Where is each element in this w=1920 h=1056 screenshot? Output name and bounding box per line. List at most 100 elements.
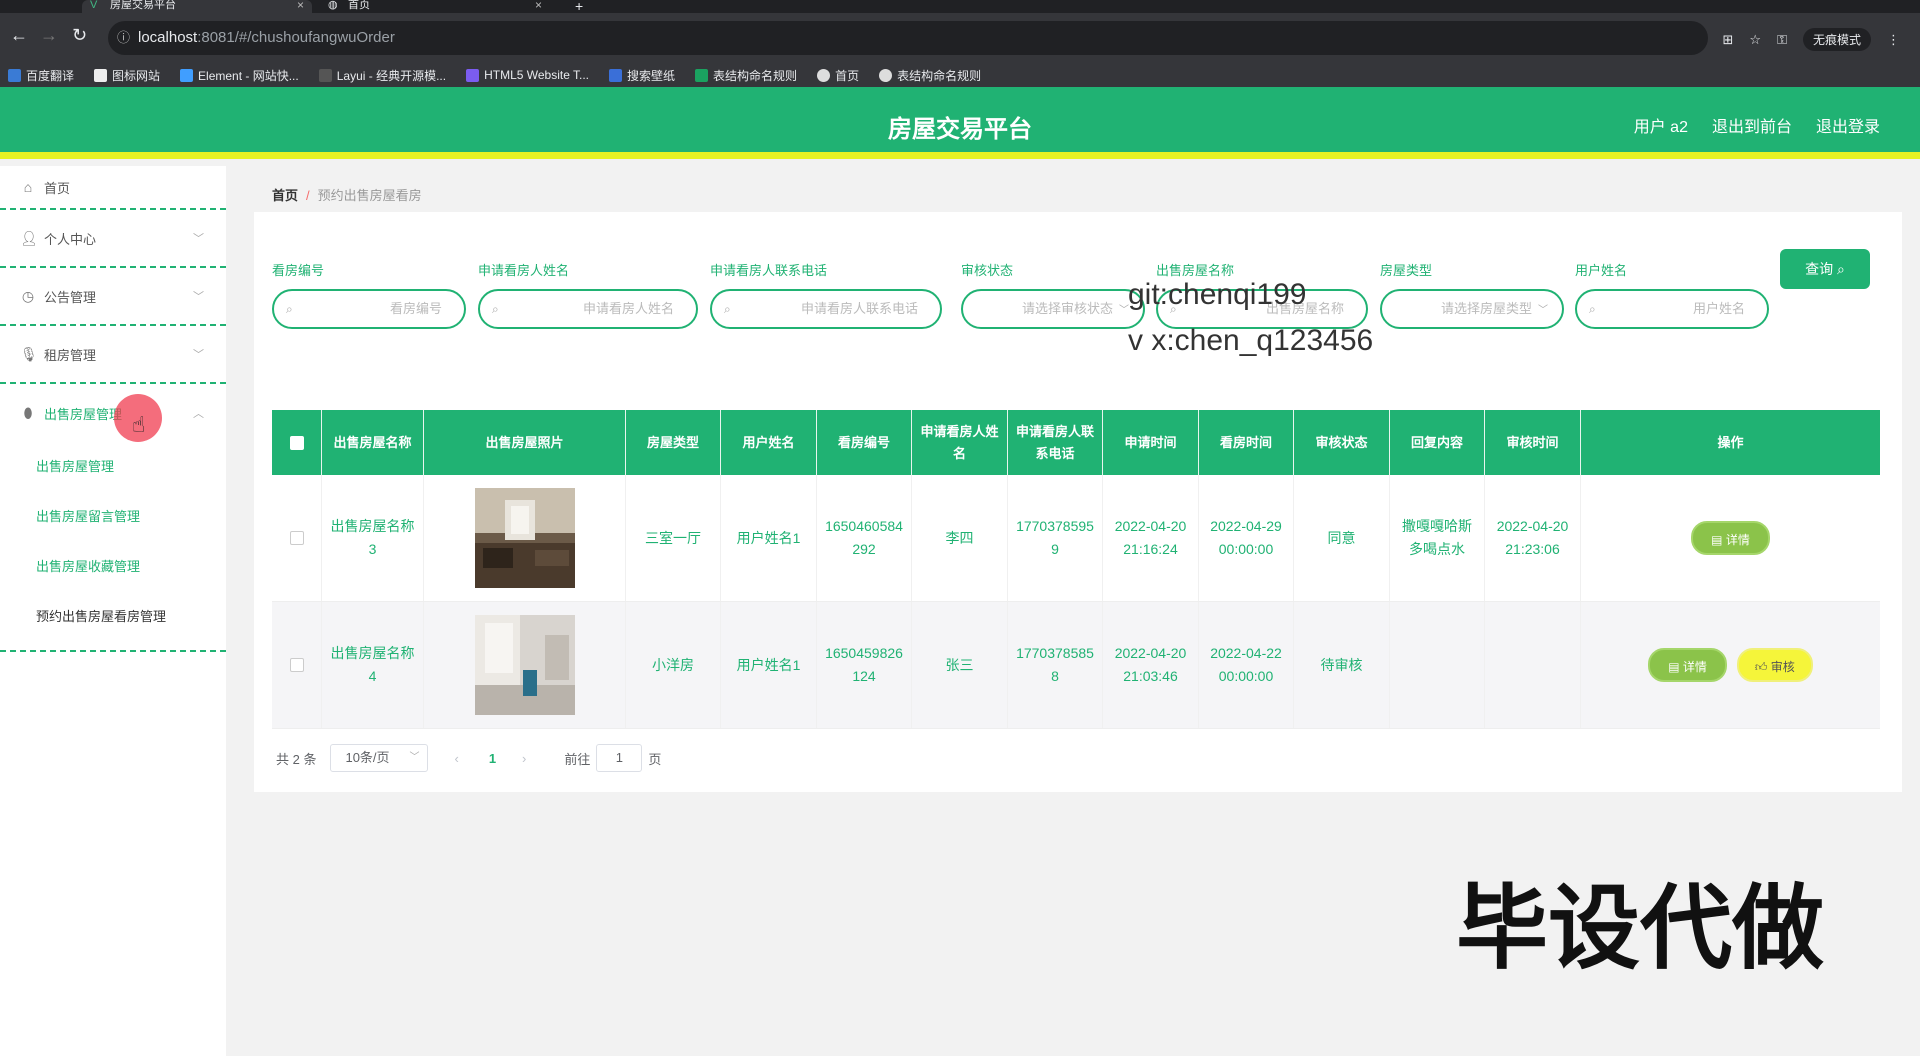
bookmark[interactable]: Element - 网站快... [180,67,299,84]
reload-icon[interactable]: ↻ [72,25,87,46]
house-name-cell: 出售房屋名称3 [322,475,424,601]
sidebar-item-home[interactable]: ⌂ 首页 [0,166,226,208]
incognito-badge[interactable]: 无痕模式 [1802,28,1871,51]
user-name-input[interactable]: ⌕ 用户姓名 [1575,289,1769,329]
select-placeholder: 请选择房屋类型 [1440,301,1532,316]
select-all-cell [272,410,322,475]
bookmark[interactable]: 图标网站 [94,67,160,84]
star-icon[interactable]: ☆ [1749,32,1761,48]
sidebar-item-notice[interactable]: ◷ 公告管理 ﹀ [0,268,226,326]
forward-arrow-icon[interactable]: → [40,25,58,46]
key-icon[interactable]: ⚿ [1777,32,1787,48]
browser-tab-active[interactable]: V 房屋交易平台 × [82,0,312,13]
sidebar-submenu: 出售房屋管理 出售房屋留言管理 出售房屋收藏管理 预约出售房屋看房管理 [0,442,226,652]
column-header[interactable]: 房屋类型 [626,410,721,475]
house-photo[interactable] [474,488,575,588]
sidebar-item-personal[interactable]: 👤︎ 个人中心 ﹀ [0,210,226,268]
audit-time-cell [1485,602,1581,728]
detail-button[interactable]: ▤ 详情 [1648,648,1727,682]
column-header[interactable]: 回复内容 [1390,410,1485,475]
sidebar-subitem-sale-manage[interactable]: 出售房屋管理 [0,442,226,492]
more-menu-icon[interactable]: ⋮ [1887,32,1900,48]
view-time-cell: 2022-04-22 00:00:00 [1199,602,1294,728]
bookmark-label: 百度翻译 [26,68,75,83]
location-icon: ⬮ [23,404,33,421]
prev-page-button[interactable]: ‹ [454,751,458,766]
applicant-name-input[interactable]: ⌕ 申请看房人姓名 [478,289,698,329]
column-header[interactable]: 用户姓名 [721,410,817,475]
search-label: 房屋类型 [1380,263,1433,278]
jump-page-input[interactable]: 1 [596,744,643,772]
search-icon: ⌕ [492,302,499,316]
row-checkbox[interactable] [289,531,304,545]
house-photo[interactable] [474,615,575,715]
bookmark[interactable]: 百度翻译 [8,67,74,84]
info-icon[interactable]: ⓘ [117,21,130,55]
bookmark[interactable]: 表结构命名规则 [695,67,797,84]
bookmark[interactable]: HTML5 Website T... [466,68,589,82]
bookmark[interactable]: 表结构命名规则 [879,67,981,84]
globe-icon [817,68,831,82]
address-bar[interactable]: ⓘ localhost:8081/#/chushoufangwuOrder [108,21,1708,55]
chevron-down-icon: ﹀ [409,752,420,763]
data-table: 出售房屋名称 出售房屋照片 房屋类型 用户姓名 看房编号 申请看房人姓名 申请看… [272,410,1880,729]
input-placeholder: 申请看房人姓名 [582,301,674,316]
new-tab-button[interactable]: + [575,0,583,14]
select-all-checkbox[interactable] [289,435,304,450]
home-icon: ⌂ [23,179,33,195]
audit-button[interactable]: 👍︎ 审核 [1736,648,1813,682]
bookmark-label: 图标网站 [112,68,161,83]
column-header[interactable]: 审核状态 [1294,410,1390,475]
column-header[interactable]: 看房编号 [817,410,912,475]
browser-tab[interactable]: ◍ 首页 × [320,0,550,13]
watermark-text: git:chenqi199 v x:chen_q123456 [1128,272,1373,364]
applicant-phone-input[interactable]: ⌕ 申请看房人联系电话 [710,289,942,329]
bookmark[interactable]: 搜索壁纸 [609,67,675,84]
query-button[interactable]: 查询 ⌕ [1780,249,1870,289]
next-page-button[interactable]: › [522,751,526,766]
hand-cursor-icon: ☝︎ [132,412,146,437]
viewing-code-input[interactable]: ⌕ 看房编号 [272,289,466,329]
sidebar-subitem-sale-favorite[interactable]: 出售房屋收藏管理 [0,542,226,592]
column-header[interactable]: 出售房屋名称 [322,410,424,475]
input-placeholder: 看房编号 [389,301,442,316]
close-tab-icon[interactable]: × [535,0,542,11]
wallpaper-icon [609,68,623,82]
sidebar-item-label: 公告管理 [44,289,97,305]
logout-link[interactable]: 退出登录 [1816,113,1880,137]
column-header[interactable]: 申请时间 [1103,410,1199,475]
sidebar-item-rent[interactable]: 🎙︎ 租房管理 ﹀ [0,326,226,384]
detail-button[interactable]: ▤ 详情 [1691,521,1770,555]
house-type-select[interactable]: 请选择房屋类型 ﹀ [1380,289,1564,329]
search-icon: ⌕ [1837,261,1845,277]
back-to-front-link[interactable]: 退出到前台 [1712,113,1792,137]
user-name-cell: 用户姓名1 [721,602,817,728]
page-number-current[interactable]: 1 [489,751,496,766]
chevron-down-icon: ﹀ [193,349,204,361]
vue-icon: V [90,0,98,11]
sidebar-item-sale[interactable]: ⬮ 出售房屋管理 ︿ [0,384,226,442]
bookmark[interactable]: Layui - 经典开源模... [318,67,446,84]
column-header[interactable]: 申请看房人姓名 [912,410,1008,475]
audit-time-cell: 2022-04-20 21:23:06 [1485,475,1581,601]
row-checkbox[interactable] [289,658,304,672]
chevron-down-icon: ﹀ [193,233,204,245]
column-header[interactable]: 申请看房人联系电话 [1008,410,1103,475]
sidebar-subitem-sale-message[interactable]: 出售房屋留言管理 [0,492,226,542]
browser-right-controls: ⊞ ☆ ⚿ 无痕模式 ⋮ [1723,28,1900,51]
search-label: 审核状态 [961,263,1014,278]
page-size-select[interactable]: 10条/页 ﹀ [330,744,429,772]
back-arrow-icon[interactable]: ← [10,25,28,46]
input-placeholder: 申请看房人联系电话 [800,301,918,316]
sidebar-subitem-sale-viewing[interactable]: 预约出售房屋看房管理 [0,592,226,642]
close-tab-icon[interactable]: × [297,0,304,11]
bookmarks-bar: 百度翻译 图标网站 Element - 网站快... Layui - 经典开源模… [0,63,1920,87]
applicant-phone-cell: 17703785858 [1008,602,1103,728]
breadcrumb-home[interactable]: 首页 [272,188,298,203]
translate-icon[interactable]: ⊞ [1723,32,1734,48]
column-header[interactable]: 出售房屋照片 [424,410,626,475]
column-header[interactable]: 看房时间 [1199,410,1294,475]
bookmark[interactable]: 首页 [817,67,859,84]
audit-status-select[interactable]: 请选择审核状态 ﹀ [961,289,1145,329]
column-header[interactable]: 审核时间 [1485,410,1581,475]
